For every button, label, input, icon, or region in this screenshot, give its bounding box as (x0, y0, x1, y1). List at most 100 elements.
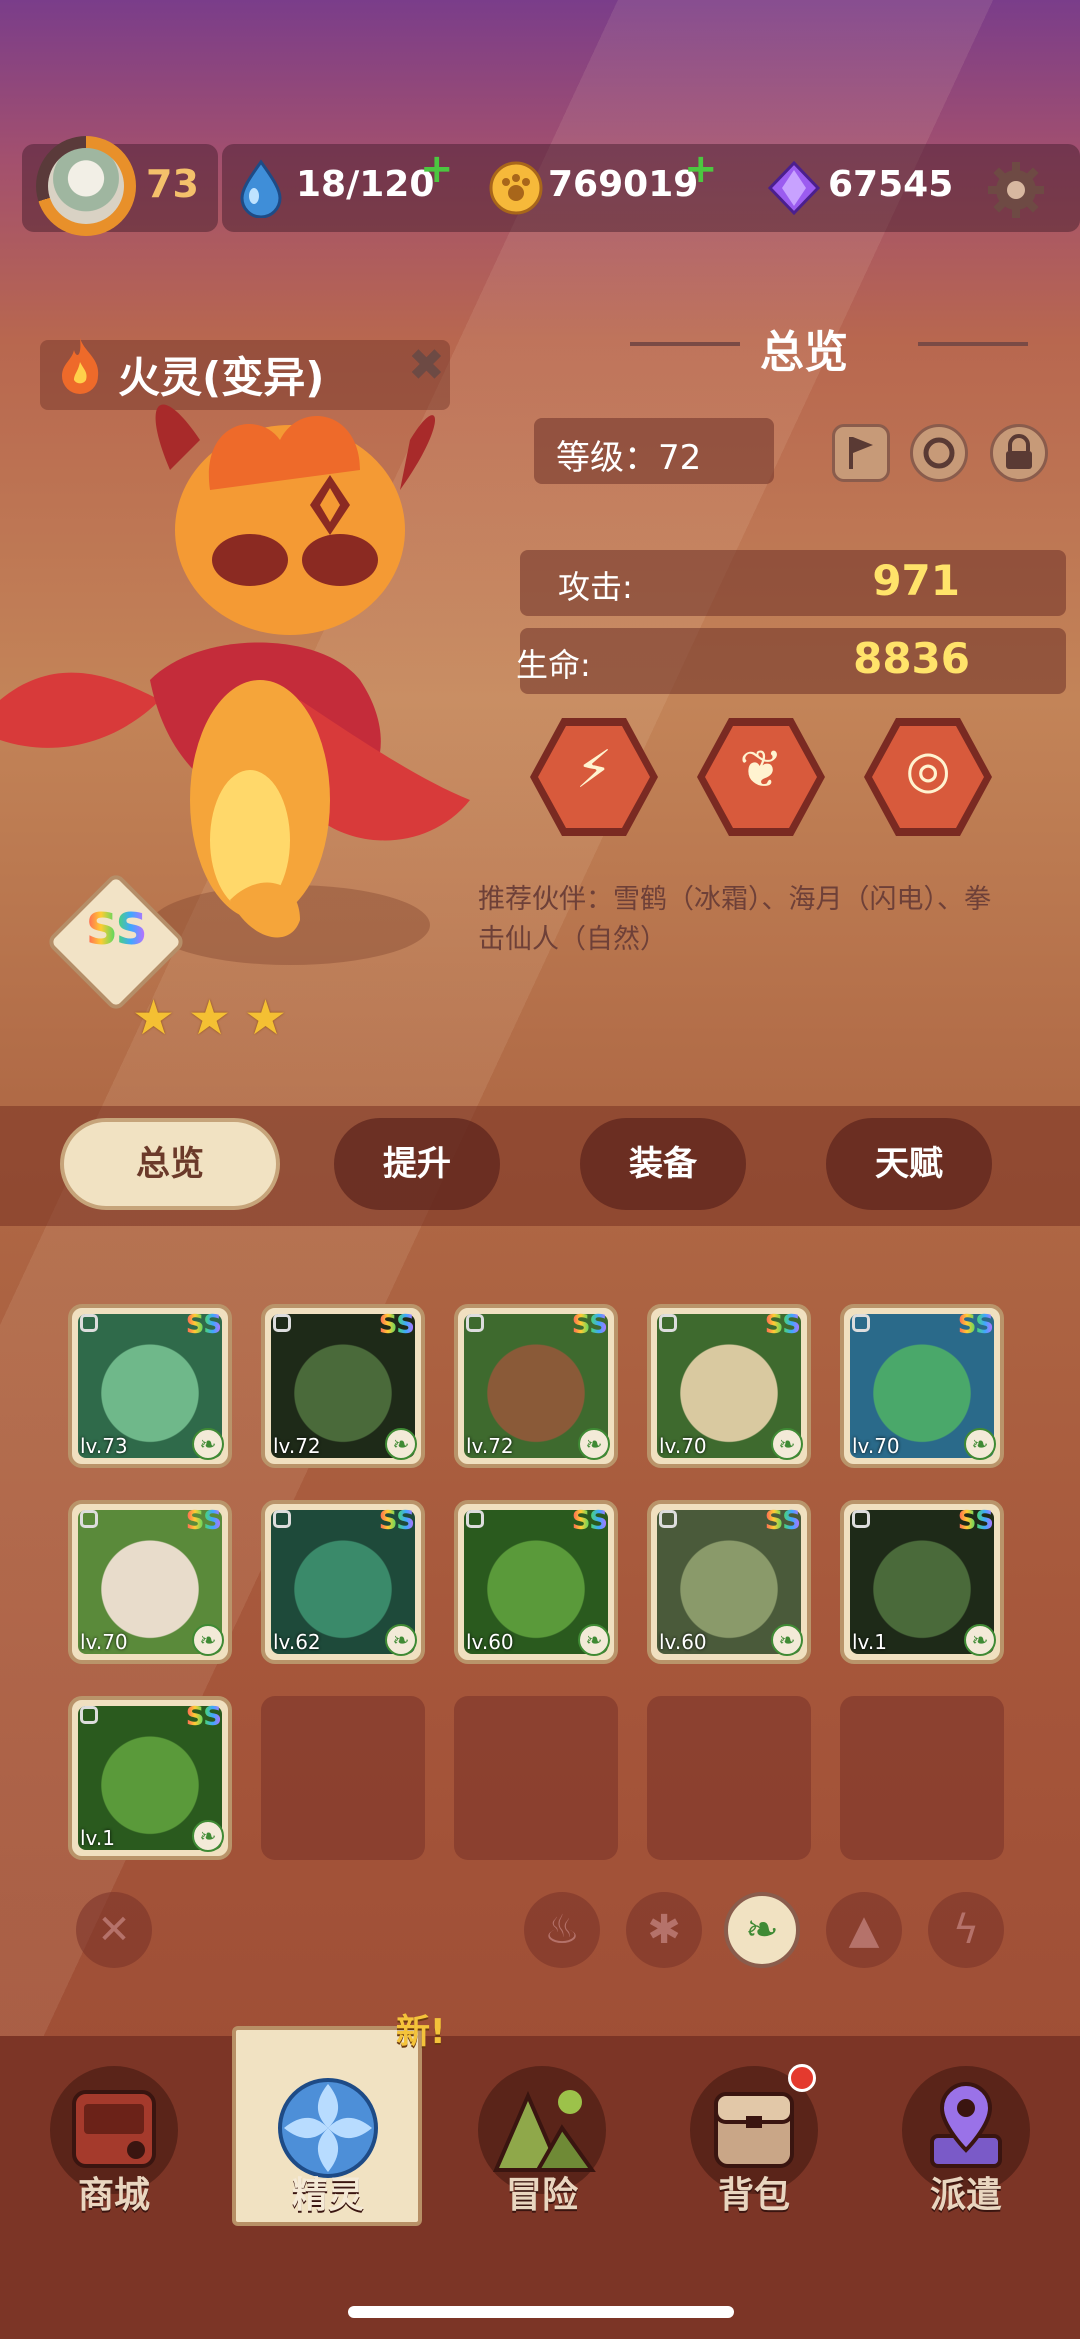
hp-value: 8836 (853, 634, 970, 683)
rank-badge: SS (185, 1310, 222, 1340)
fire-slash-icon: ⚡ (575, 740, 613, 800)
new-badge: 新! (396, 2012, 446, 2052)
nature-element-icon: ❧ (385, 1624, 417, 1656)
rank-badge: SS (185, 1702, 222, 1732)
lock-icon[interactable] (990, 424, 1048, 482)
creature-level: lv.70 (852, 1434, 900, 1458)
creature-level: lv.73 (80, 1434, 128, 1458)
title-ornament-right (918, 342, 1028, 346)
shop-icon (72, 2090, 156, 2168)
nature-element-icon: ❧ (964, 1624, 996, 1656)
ice-filter-icon[interactable]: ✱ (626, 1892, 702, 1968)
lock-icon (852, 1510, 870, 1528)
fire-drops-icon: ❦ (739, 740, 783, 800)
tab-upgrade[interactable]: 提升 (334, 1118, 500, 1210)
roster-card[interactable]: SS lv.1 ❧ (68, 1696, 232, 1860)
lock-icon (80, 1314, 98, 1332)
nature-element-icon: ❧ (192, 1624, 224, 1656)
nature-filter-icon[interactable]: ❧ (724, 1892, 800, 1968)
tab-equipment[interactable]: 装备 (580, 1118, 746, 1210)
circle-icon[interactable] (910, 424, 968, 482)
roster-card[interactable]: SS lv.70 ❧ (68, 1500, 232, 1664)
player-level: 73 (146, 162, 199, 206)
nature-element-icon: ❧ (578, 1624, 610, 1656)
creature-level: lv.1 (80, 1826, 115, 1850)
creature-level: lv.72 (273, 1434, 321, 1458)
gems-value: 67545 (828, 164, 954, 205)
nature-element-icon: ❧ (771, 1428, 803, 1460)
rank-badge: SS (86, 904, 148, 955)
lock-icon (466, 1510, 484, 1528)
roster-card[interactable]: SS lv.73 ❧ (68, 1304, 232, 1468)
creature-level: lv.70 (80, 1630, 128, 1654)
nav-dispatch[interactable]: 派遣 (876, 2066, 1056, 2236)
clear-filter-button[interactable]: ✕ (76, 1892, 152, 1968)
tab-talent[interactable]: 天赋 (826, 1118, 992, 1210)
creature-level: 等级：72 (556, 438, 702, 478)
nav-adventure[interactable]: 冒险 (452, 2066, 632, 2236)
nav-spirits-label: 精灵 (291, 2175, 364, 2216)
nav-dispatch-label: 派遣 (929, 2175, 1002, 2216)
water-drop-icon (240, 159, 282, 218)
flag-icon[interactable] (832, 424, 890, 482)
roster-card[interactable]: SS lv.1 ❧ (840, 1500, 1004, 1664)
attack-label: 攻击: (558, 568, 633, 606)
home-indicator (348, 2306, 734, 2318)
lock-icon (80, 1510, 98, 1528)
roster-card[interactable]: SS lv.72 ❧ (261, 1304, 425, 1468)
purple-gem-icon (767, 160, 821, 216)
nature-element-icon: ❧ (192, 1820, 224, 1852)
lock-icon (80, 1706, 98, 1724)
roster-card[interactable]: SS lv.60 ❧ (454, 1500, 618, 1664)
creature-level: lv.70 (659, 1434, 707, 1458)
creature-level: lv.1 (852, 1630, 887, 1654)
roster-card[interactable]: SS lv.70 ❧ (840, 1304, 1004, 1468)
rank-badge: SS (571, 1310, 608, 1340)
creature-level: lv.60 (466, 1630, 514, 1654)
rank-badge: SS (957, 1506, 994, 1536)
nav-shop[interactable]: 商城 (24, 2066, 204, 2236)
empty-slot (647, 1696, 811, 1860)
rank-badge: SS (957, 1310, 994, 1340)
star-1-icon: ★ (132, 990, 176, 1046)
notification-dot (788, 2064, 816, 2092)
nature-element-icon: ❧ (192, 1428, 224, 1460)
roster-card[interactable]: SS lv.62 ❧ (261, 1500, 425, 1664)
empty-slot (454, 1696, 618, 1860)
lock-icon (659, 1314, 677, 1332)
rank-badge: SS (378, 1506, 415, 1536)
nav-backpack[interactable]: 背包 (664, 2066, 844, 2236)
skill-1-button[interactable]: ⚡ (530, 718, 658, 836)
coins-value: 769019 (548, 164, 699, 205)
rank-badge: SS (185, 1506, 222, 1536)
creature-level: lv.72 (466, 1434, 514, 1458)
spirits-icon (278, 2078, 378, 2178)
add-coins-button[interactable]: + (684, 146, 718, 192)
rank-badge: SS (571, 1506, 608, 1536)
roster-card[interactable]: SS lv.72 ❧ (454, 1304, 618, 1468)
roster-card[interactable]: SS lv.70 ❧ (647, 1304, 811, 1468)
add-stamina-button[interactable]: + (420, 146, 454, 192)
tab-overview[interactable]: 总览 (60, 1118, 280, 1210)
star-2-icon: ★ (188, 990, 232, 1046)
skill-2-button[interactable]: ❦ (697, 718, 825, 836)
lightning-filter-icon[interactable]: ϟ (928, 1892, 1004, 1968)
paw-coin-icon (489, 161, 543, 215)
nav-spirits[interactable]: 精灵 (238, 2066, 418, 2236)
empty-slot (840, 1696, 1004, 1860)
fire-filter-icon[interactable]: ♨ (524, 1892, 600, 1968)
nature-element-icon: ❧ (964, 1428, 996, 1460)
creature-level: lv.62 (273, 1630, 321, 1654)
roster-card[interactable]: SS lv.60 ❧ (647, 1500, 811, 1664)
gear-icon[interactable] (986, 160, 1046, 220)
backpack-icon (714, 2092, 794, 2168)
skill-3-button[interactable]: ◎ (864, 718, 992, 836)
lock-icon (659, 1510, 677, 1528)
avatar[interactable] (36, 136, 136, 236)
earth-filter-icon[interactable]: ▲ (826, 1892, 902, 1968)
lock-icon (466, 1314, 484, 1332)
empty-slot (261, 1696, 425, 1860)
rank-badge: SS (764, 1506, 801, 1536)
attack-value: 971 (872, 556, 960, 605)
fire-spirit-portrait (0, 404, 470, 965)
